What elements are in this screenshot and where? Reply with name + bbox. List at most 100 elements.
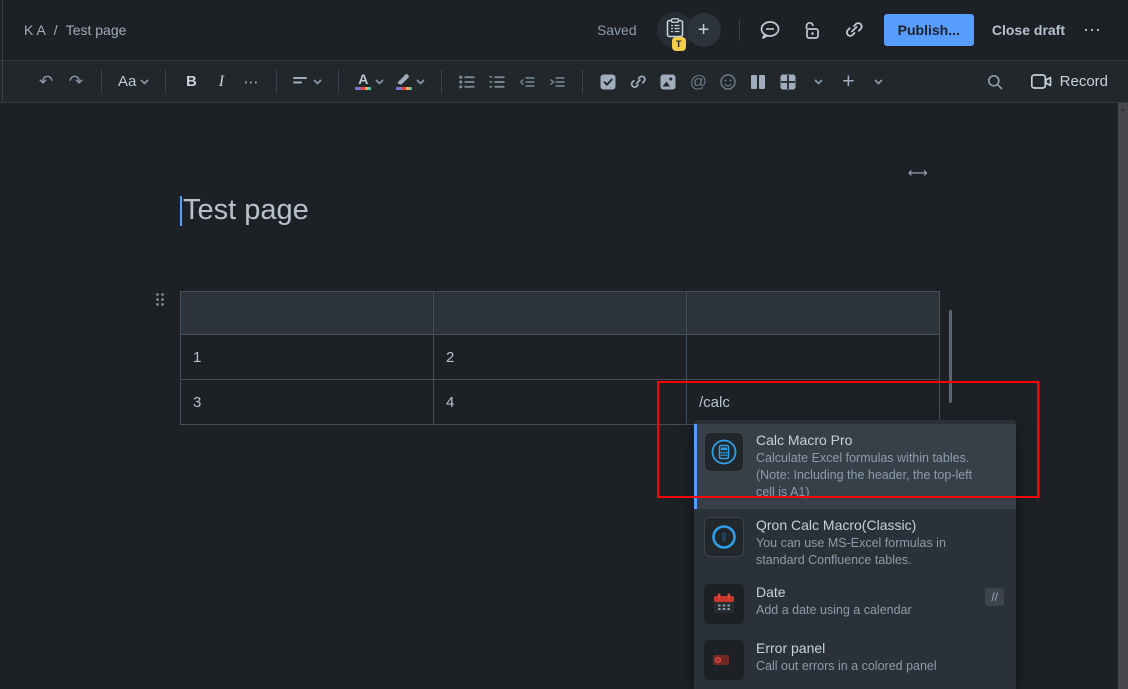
plus-icon: + bbox=[698, 19, 710, 42]
numbered-list-button[interactable] bbox=[485, 68, 509, 96]
calculator-icon bbox=[704, 432, 744, 472]
find-replace-button[interactable] bbox=[983, 68, 1007, 96]
content-table[interactable]: 1 2 3 4 /calc bbox=[180, 291, 940, 425]
slash-command-menu: Calc Macro Pro Calculate Excel formulas … bbox=[694, 420, 1016, 689]
insert-element-button[interactable]: + bbox=[836, 68, 860, 96]
invite-button[interactable]: + bbox=[687, 13, 721, 47]
table-cell[interactable]: 1 bbox=[181, 335, 434, 380]
link-icon bbox=[629, 74, 647, 90]
breadcrumb-space-link[interactable]: K A bbox=[24, 22, 46, 38]
more-actions-button[interactable]: ⋯ bbox=[1083, 20, 1102, 41]
menu-item-qron-calc-macro[interactable]: Qron Calc Macro(Classic) You can use MS-… bbox=[694, 509, 1016, 577]
undo-button[interactable]: ↶ bbox=[34, 68, 58, 96]
text-cursor bbox=[180, 196, 182, 226]
toolbar-divider bbox=[338, 70, 339, 94]
page-title[interactable]: Test page bbox=[180, 194, 309, 227]
close-draft-button[interactable]: Close draft bbox=[992, 22, 1065, 38]
toolbar-divider bbox=[441, 70, 442, 94]
table-cell[interactable]: 3 bbox=[181, 380, 434, 425]
outdent-button[interactable] bbox=[515, 68, 539, 96]
topbar-divider bbox=[739, 19, 740, 41]
drag-dots-icon bbox=[155, 292, 165, 307]
table-header-cell[interactable] bbox=[181, 292, 434, 335]
bullet-list-button[interactable] bbox=[455, 68, 479, 96]
breadcrumb-page-link[interactable]: Test page bbox=[66, 22, 127, 38]
breadcrumb: K A / Test page bbox=[24, 22, 126, 38]
italic-button[interactable]: I bbox=[209, 68, 233, 96]
table-row: 3 4 /calc bbox=[181, 380, 940, 425]
text-color-swatch: A bbox=[355, 73, 371, 90]
color-bar bbox=[355, 87, 371, 90]
chevron-down-icon bbox=[814, 79, 823, 85]
emoji-button[interactable] bbox=[716, 68, 740, 96]
expand-width-icon[interactable]: ←→ bbox=[908, 166, 926, 181]
insert-link-button[interactable] bbox=[626, 68, 650, 96]
collaborator-cluster: T + bbox=[657, 12, 721, 48]
toolbar-divider bbox=[276, 70, 277, 94]
editor-canvas[interactable]: Test page ←→ 1 2 3 4 /calc Calc bbox=[0, 103, 1128, 689]
slash-command-cell[interactable]: /calc bbox=[687, 380, 940, 425]
toolbar-divider bbox=[101, 70, 102, 94]
menu-item-error-panel[interactable]: Error panel Call out errors in a colored… bbox=[694, 632, 1016, 688]
topbar-actions: Saved T + Publish... Close draft ⋯ bbox=[597, 12, 1102, 48]
insert-dropdown[interactable] bbox=[866, 68, 890, 96]
indent-icon bbox=[549, 76, 565, 88]
table-cell[interactable]: 2 bbox=[434, 335, 687, 380]
editor-toolbar: ↶ ↷ Aa B I ⋯ A bbox=[0, 60, 1128, 103]
table-cell[interactable]: 4 bbox=[434, 380, 687, 425]
error-panel-icon bbox=[704, 640, 744, 680]
table-drag-handle[interactable] bbox=[155, 292, 165, 312]
page-scrollbar[interactable] bbox=[1118, 103, 1128, 689]
redo-button[interactable]: ↷ bbox=[64, 68, 88, 96]
table-header-cell[interactable] bbox=[687, 292, 940, 335]
chevron-down-icon bbox=[874, 79, 883, 85]
top-bar: K A / Test page Saved T + Publish... bbox=[0, 0, 1128, 60]
menu-item-description: Call out errors in a colored panel bbox=[756, 658, 994, 675]
mention-button[interactable]: @ bbox=[686, 68, 710, 96]
table-icon bbox=[780, 74, 796, 90]
scrollbar-up-arrow[interactable] bbox=[1120, 107, 1126, 111]
unlock-icon bbox=[803, 20, 821, 40]
publish-button[interactable]: Publish... bbox=[884, 14, 974, 46]
menu-item-title: Calc Macro Pro bbox=[756, 432, 994, 448]
task-list-button[interactable] bbox=[596, 68, 620, 96]
menu-item-description: You can use MS-Excel formulas in standar… bbox=[756, 535, 994, 569]
indent-button[interactable] bbox=[545, 68, 569, 96]
outdent-icon bbox=[519, 76, 535, 88]
shortcut-badge: // bbox=[985, 588, 1004, 606]
table-cell[interactable] bbox=[687, 335, 940, 380]
video-camera-icon bbox=[1031, 74, 1052, 89]
table-scrollbar[interactable] bbox=[949, 310, 952, 403]
text-color-dropdown[interactable]: A bbox=[352, 68, 387, 96]
copy-link-button[interactable] bbox=[842, 18, 866, 42]
comment-icon bbox=[759, 20, 781, 40]
menu-item-title: Error panel bbox=[756, 640, 994, 656]
more-formatting-button[interactable]: ⋯ bbox=[239, 68, 263, 96]
insert-table-button[interactable] bbox=[776, 68, 800, 96]
emoji-icon bbox=[720, 74, 736, 90]
menu-item-title: Qron Calc Macro(Classic) bbox=[756, 517, 994, 533]
toolbar-divider bbox=[582, 70, 583, 94]
template-badge: T bbox=[672, 37, 686, 51]
menu-item-date[interactable]: Date Add a date using a calendar // bbox=[694, 576, 1016, 632]
task-checkbox-icon bbox=[600, 74, 616, 90]
image-icon bbox=[660, 74, 676, 90]
text-style-dropdown[interactable]: Aa bbox=[115, 68, 152, 96]
record-button[interactable]: Record bbox=[1031, 73, 1108, 90]
comment-button[interactable] bbox=[758, 18, 782, 42]
table-header-cell[interactable] bbox=[434, 292, 687, 335]
bold-button[interactable]: B bbox=[179, 68, 203, 96]
menu-item-description: Calculate Excel formulas within tables. … bbox=[756, 450, 994, 501]
table-options-dropdown[interactable] bbox=[806, 68, 830, 96]
layouts-button[interactable] bbox=[746, 68, 770, 96]
search-icon bbox=[987, 74, 1003, 90]
table-row: 1 2 bbox=[181, 335, 940, 380]
highlighter-icon bbox=[397, 73, 411, 85]
unlock-button[interactable] bbox=[800, 18, 824, 42]
alignment-dropdown[interactable] bbox=[290, 68, 325, 96]
table-header-row bbox=[181, 292, 940, 335]
text-style-label: Aa bbox=[118, 73, 136, 90]
insert-image-button[interactable] bbox=[656, 68, 680, 96]
highlight-color-dropdown[interactable] bbox=[393, 68, 428, 96]
menu-item-calc-macro-pro[interactable]: Calc Macro Pro Calculate Excel formulas … bbox=[694, 424, 1016, 509]
